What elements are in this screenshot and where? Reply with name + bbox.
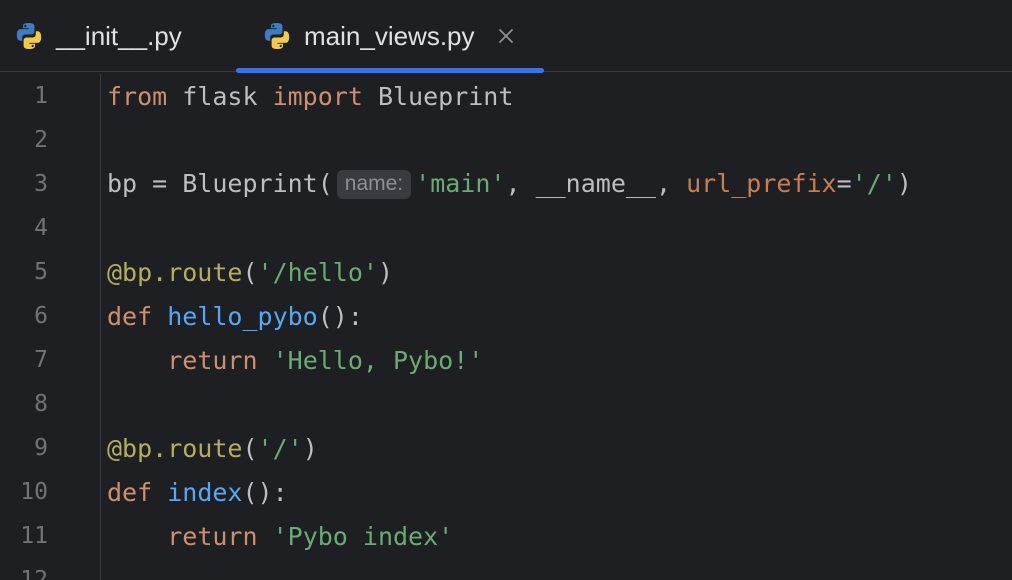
code-line: 5 @bp.route('/hello') <box>0 250 1012 294</box>
python-file-icon <box>16 23 42 49</box>
code-token: ( <box>242 433 258 463</box>
code-line: 7 return 'Hello, Pybo!' <box>0 338 1012 382</box>
string-literal: 'main' <box>415 168 506 198</box>
code-text: bp = Blueprint(name:'main', __name__, ur… <box>107 169 912 200</box>
code-text: def hello_pybo(): <box>107 302 363 331</box>
keyword-argument: url_prefix <box>686 168 837 198</box>
keyword: def <box>107 477 153 507</box>
code-text: return 'Hello, Pybo!' <box>107 346 483 375</box>
code-token: Blueprint <box>362 81 514 111</box>
string-literal: 'Pybo index' <box>272 521 454 551</box>
code-token: (): <box>242 477 288 507</box>
string-literal: '/' <box>851 168 897 198</box>
string-literal: '/' <box>257 433 303 463</box>
keyword: return <box>167 521 258 551</box>
code-line: 1 from flask import Blueprint <box>0 74 1012 118</box>
line-number: 9 <box>34 435 48 461</box>
code-line: 12 <box>0 558 1012 580</box>
code-line: 3 bp = Blueprint(name:'main', __name__, … <box>0 162 1012 206</box>
tab-label: main_views.py <box>304 20 475 51</box>
line-number: 12 <box>20 567 48 580</box>
line-number: 8 <box>34 391 48 417</box>
line-number: 1 <box>34 83 48 109</box>
code-line: 10 def index(): <box>0 470 1012 514</box>
code-line: 4 <box>0 206 1012 250</box>
active-tab-indicator <box>236 68 544 73</box>
code-token: flask <box>167 81 273 111</box>
line-number: 2 <box>34 127 48 153</box>
decorator: @bp.route <box>107 433 243 463</box>
function-name: hello_pybo <box>167 301 318 331</box>
code-text: return 'Pybo index' <box>107 522 453 551</box>
line-number: 5 <box>34 259 48 285</box>
editor-tab-bar: __init__.py main_views.py <box>0 0 1012 73</box>
code-token: ) <box>896 168 912 198</box>
line-number: 11 <box>20 523 48 549</box>
code-token: (): <box>317 301 363 331</box>
code-token: ( <box>242 257 258 287</box>
code-editor[interactable]: 1 from flask import Blueprint 2 3 bp = B… <box>0 74 1012 580</box>
code-line: 9 @bp.route('/') <box>0 426 1012 470</box>
code-token: bp = Blueprint( <box>107 168 333 198</box>
code-text: def index(): <box>107 478 288 507</box>
tab-label: __init__.py <box>56 20 182 51</box>
code-token: = <box>836 168 852 198</box>
line-number: 7 <box>34 347 48 373</box>
tab-main-views-py[interactable]: main_views.py <box>262 0 515 72</box>
parameter-hint: name: <box>336 170 412 200</box>
string-literal: '/hello' <box>257 257 378 287</box>
string-literal: 'Hello, Pybo!' <box>272 345 484 375</box>
line-number: 4 <box>34 215 48 241</box>
code-line: 11 return 'Pybo index' <box>0 514 1012 558</box>
code-line: 6 def hello_pybo(): <box>0 294 1012 338</box>
function-name: index <box>167 477 243 507</box>
code-line: 8 <box>0 382 1012 426</box>
keyword: import <box>272 81 363 111</box>
keyword: from <box>107 81 168 111</box>
code-token: ) <box>302 433 318 463</box>
close-icon[interactable] <box>497 27 515 45</box>
code-token: ) <box>377 257 394 287</box>
code-line: 2 <box>0 118 1012 162</box>
line-number: 10 <box>20 479 48 505</box>
line-number: 3 <box>34 171 48 197</box>
decorator: @bp.route <box>107 257 243 287</box>
tab-init-py[interactable]: __init__.py <box>14 0 182 72</box>
python-file-icon <box>264 23 290 49</box>
line-number: 6 <box>34 303 48 329</box>
code-text: from flask import Blueprint <box>107 82 513 111</box>
keyword: def <box>107 301 153 331</box>
keyword: return <box>167 345 258 375</box>
code-text: @bp.route('/hello') <box>107 258 393 287</box>
code-text: @bp.route('/') <box>107 434 318 463</box>
code-token: , __name__, <box>505 168 687 198</box>
